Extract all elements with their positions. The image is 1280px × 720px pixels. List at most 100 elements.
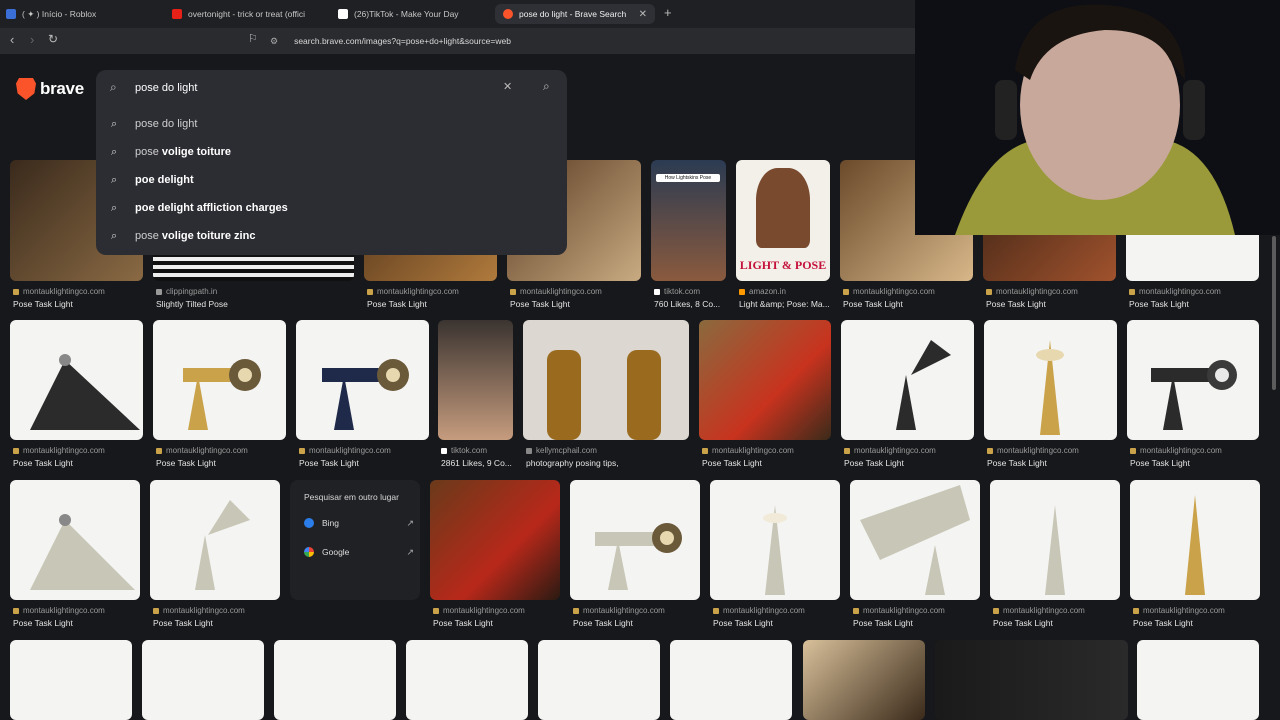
result-source[interactable]: montauklightingco.com: [433, 606, 525, 615]
result-source[interactable]: montauklightingco.com: [844, 446, 936, 455]
result-source[interactable]: tiktok.com: [654, 287, 700, 296]
result-thumbnail[interactable]: [438, 320, 513, 440]
bookmark-icon[interactable]: ⚐: [248, 32, 258, 45]
result-title[interactable]: Pose Task Light: [853, 618, 913, 628]
result-thumbnail[interactable]: [538, 640, 660, 720]
result-source[interactable]: montauklightingco.com: [367, 287, 459, 296]
result-title[interactable]: Pose Task Light: [573, 618, 633, 628]
result-thumbnail[interactable]: [699, 320, 831, 440]
suggestion-item[interactable]: ⌕ poe delight: [96, 166, 567, 194]
result-title[interactable]: Pose Task Light: [993, 618, 1053, 628]
result-source[interactable]: montauklightingco.com: [13, 287, 105, 296]
result-thumbnail[interactable]: [10, 640, 132, 720]
result-title[interactable]: Pose Task Light: [1133, 618, 1193, 628]
search-google-link[interactable]: Google ↗: [304, 547, 414, 557]
result-title[interactable]: 760 Likes, 8 Co...: [654, 299, 732, 309]
suggestion-item[interactable]: ⌕ pose do light: [96, 110, 567, 138]
tab-tiktok[interactable]: (26)TikTok - Make Your Day: [338, 4, 488, 24]
result-title[interactable]: photography posing tips,: [526, 458, 619, 468]
result-thumbnail[interactable]: [142, 640, 264, 720]
close-tab-icon[interactable]: ✕: [639, 9, 647, 20]
result-thumbnail[interactable]: [1130, 480, 1260, 600]
suggestion-item[interactable]: ⌕ pose volige toiture: [96, 138, 567, 166]
result-source[interactable]: montauklightingco.com: [986, 287, 1078, 296]
suggestion-item[interactable]: ⌕ pose volige toiture zinc: [96, 222, 567, 250]
result-thumbnail[interactable]: [710, 480, 840, 600]
result-thumbnail[interactable]: [841, 320, 974, 440]
page-scrollbar[interactable]: [1272, 236, 1276, 390]
result-thumbnail[interactable]: [296, 320, 429, 440]
result-thumbnail[interactable]: [670, 640, 792, 720]
result-title[interactable]: Pose Task Light: [987, 458, 1047, 468]
forward-icon[interactable]: ›: [30, 32, 34, 47]
result-title[interactable]: Pose Task Light: [986, 299, 1046, 309]
result-source[interactable]: montauklightingco.com: [510, 287, 602, 296]
result-title[interactable]: Slightly Tilted Pose: [156, 299, 228, 309]
result-source[interactable]: montauklightingco.com: [573, 606, 665, 615]
address-bar[interactable]: ⚙ search.brave.com/images?q=pose+do+ligh…: [270, 31, 910, 51]
result-source[interactable]: montauklightingco.com: [843, 287, 935, 296]
result-thumbnail[interactable]: [10, 480, 140, 600]
result-thumbnail[interactable]: [523, 320, 689, 440]
result-thumbnail[interactable]: [153, 320, 286, 440]
result-title[interactable]: Pose Task Light: [13, 458, 73, 468]
result-thumbnail[interactable]: [150, 480, 280, 600]
result-thumbnail[interactable]: [430, 480, 560, 600]
result-source[interactable]: montauklightingco.com: [987, 446, 1079, 455]
result-title[interactable]: Pose Task Light: [433, 618, 493, 628]
result-thumbnail[interactable]: [935, 640, 1128, 720]
reload-icon[interactable]: ↻: [48, 32, 58, 46]
result-source[interactable]: montauklightingco.com: [13, 446, 105, 455]
result-source[interactable]: montauklightingco.com: [13, 606, 105, 615]
result-title[interactable]: Pose Task Light: [1130, 458, 1190, 468]
result-source[interactable]: montauklightingco.com: [853, 606, 945, 615]
result-thumbnail[interactable]: [984, 320, 1117, 440]
result-source[interactable]: amazon.in: [739, 287, 786, 296]
result-thumbnail[interactable]: [570, 480, 700, 600]
back-icon[interactable]: ‹: [10, 32, 14, 47]
result-thumbnail[interactable]: [1137, 640, 1259, 720]
result-source[interactable]: montauklightingco.com: [299, 446, 391, 455]
submit-search-icon[interactable]: ⌕: [543, 79, 550, 94]
result-thumbnail[interactable]: [990, 480, 1120, 600]
tab-roblox[interactable]: ( ✦ ) Início - Roblox: [6, 4, 166, 24]
result-title[interactable]: Pose Task Light: [843, 299, 903, 309]
result-title[interactable]: Pose Task Light: [844, 458, 904, 468]
result-source[interactable]: montauklightingco.com: [1133, 606, 1225, 615]
result-title[interactable]: Pose Task Light: [702, 458, 762, 468]
result-thumbnail[interactable]: [274, 640, 396, 720]
result-source[interactable]: tiktok.com: [441, 446, 487, 455]
result-thumbnail[interactable]: [803, 640, 925, 720]
tab-brave-search[interactable]: pose do light - Brave Search ✕: [495, 4, 655, 24]
result-title[interactable]: Light &amp; Pose: Ma...: [739, 299, 833, 309]
result-title[interactable]: Pose Task Light: [713, 618, 773, 628]
brave-logo[interactable]: brave: [16, 78, 84, 100]
result-source[interactable]: montauklightingco.com: [713, 606, 805, 615]
result-title[interactable]: Pose Task Light: [1129, 299, 1189, 309]
result-title[interactable]: Pose Task Light: [13, 299, 73, 309]
result-source[interactable]: montauklightingco.com: [156, 446, 248, 455]
result-thumbnail[interactable]: [406, 640, 528, 720]
result-source[interactable]: kellymcphail.com: [526, 446, 597, 455]
result-thumbnail[interactable]: How Lightskins Pose: [651, 160, 726, 281]
site-settings-icon[interactable]: ⚙: [270, 36, 278, 47]
result-thumbnail[interactable]: [850, 480, 980, 600]
new-tab-icon[interactable]: +: [664, 5, 672, 20]
search-bing-link[interactable]: Bing ↗: [304, 518, 414, 528]
result-thumbnail[interactable]: LIGHT & POSE: [736, 160, 830, 281]
tab-youtube[interactable]: overtonight - trick or treat (offici: [172, 4, 322, 24]
result-source[interactable]: montauklightingco.com: [702, 446, 794, 455]
clear-search-icon[interactable]: ✕: [503, 80, 512, 93]
result-source[interactable]: montauklightingco.com: [993, 606, 1085, 615]
result-source[interactable]: clippingpath.in: [156, 287, 217, 296]
result-thumbnail[interactable]: [1127, 320, 1259, 440]
result-source[interactable]: montauklightingco.com: [1130, 446, 1222, 455]
result-title[interactable]: Pose Task Light: [510, 299, 570, 309]
search-input[interactable]: pose do light: [135, 82, 197, 94]
result-title[interactable]: Pose Task Light: [156, 458, 216, 468]
result-title[interactable]: Pose Task Light: [153, 618, 213, 628]
result-title[interactable]: Pose Task Light: [367, 299, 427, 309]
suggestion-item[interactable]: ⌕ poe delight affliction charges: [96, 194, 567, 222]
result-thumbnail[interactable]: [10, 320, 143, 440]
result-title[interactable]: Pose Task Light: [13, 618, 73, 628]
